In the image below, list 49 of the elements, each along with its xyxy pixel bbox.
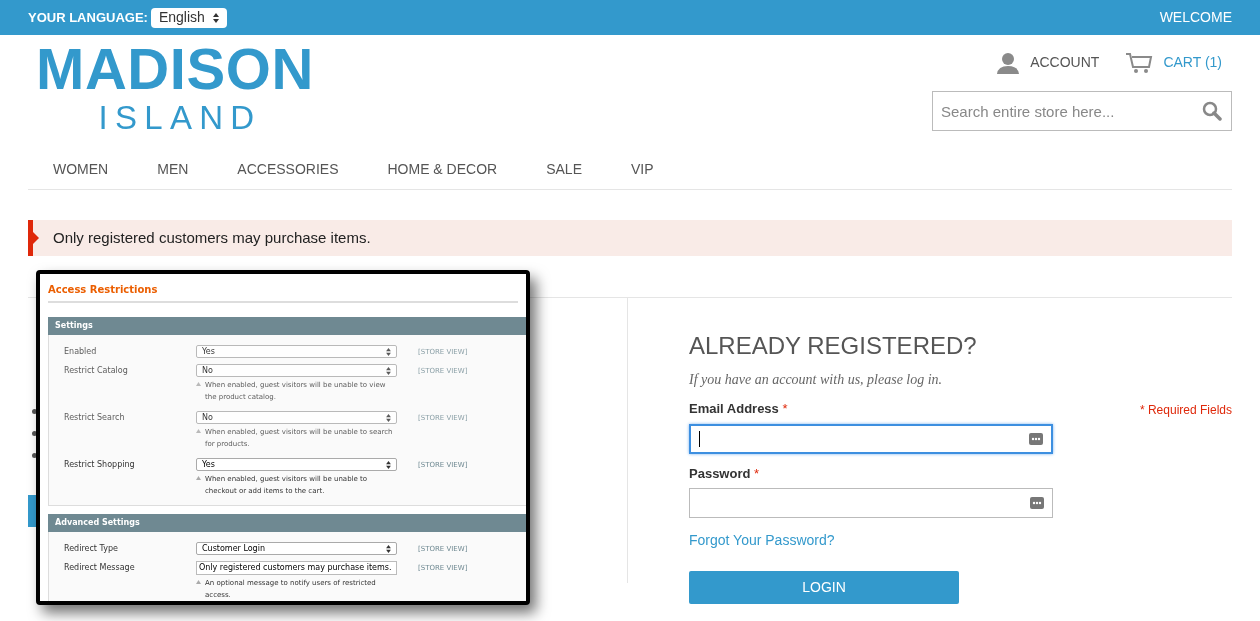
setting-label: Restrict Search: [63, 412, 126, 424]
account-link[interactable]: ACCOUNT: [996, 51, 1100, 74]
field-label: Email Address *: [689, 400, 788, 418]
select-arrows-icon: [212, 12, 219, 23]
section-header: Advanced Settings: [48, 514, 526, 532]
setting-label: Enabled: [63, 346, 98, 358]
hint-icon: [196, 429, 201, 433]
language-select[interactable]: English: [150, 7, 227, 28]
key-icon: [1030, 497, 1044, 509]
nav-link[interactable]: WOMEN: [53, 159, 109, 180]
search-icon[interactable]: [1202, 101, 1222, 121]
select-field[interactable]: Customer Login: [196, 542, 397, 555]
setting-label: Redirect Message: [63, 562, 136, 574]
language-label: YOUR LANGUAGE:: [28, 8, 148, 27]
notice-bar: Only registered customers may purchase items.: [28, 220, 1232, 256]
nav-link[interactable]: ACCESSORIES: [237, 159, 339, 180]
select-field[interactable]: Yes: [196, 345, 397, 358]
select-field[interactable]: No: [196, 411, 397, 424]
setting-label: Redirect Type: [63, 543, 119, 555]
select-arrows-icon: [386, 413, 391, 422]
field-label: Password *: [689, 464, 760, 483]
select-arrows-icon: [386, 544, 391, 553]
nav-link[interactable]: HOME & DECOR: [387, 159, 498, 180]
text-field[interactable]: Only registered customers may purchase items.: [196, 561, 397, 575]
cart-icon: [1125, 51, 1154, 74]
select-arrows-icon: [386, 460, 391, 469]
login-intro: If you have an account with us, please log in.: [689, 371, 943, 389]
nav-link[interactable]: MEN: [157, 159, 189, 180]
key-icon: [1029, 432, 1043, 445]
welcome-text: WELCOME: [1159, 8, 1232, 27]
user-icon: [996, 51, 1021, 74]
panel-title: Access Restrictions: [48, 282, 518, 303]
required-note: * Required Fields: [1139, 401, 1232, 419]
input-field[interactable]: [689, 423, 1053, 454]
login-heading: ALREADY REGISTERED?: [689, 331, 978, 361]
hint-icon: [196, 476, 201, 480]
nav-link[interactable]: VIP: [631, 159, 654, 180]
search-field[interactable]: Search entire store here...: [932, 91, 1232, 131]
input-field[interactable]: [689, 488, 1053, 518]
nav-link[interactable]: SALE: [546, 159, 582, 180]
select-arrows-icon: [386, 366, 391, 375]
select-field[interactable]: No: [196, 364, 397, 377]
section-header: Settings: [48, 317, 526, 335]
hint-icon: [196, 382, 201, 386]
hint-icon: [196, 580, 201, 584]
setting-label: Restrict Shopping: [63, 459, 136, 471]
select-field[interactable]: Yes: [196, 458, 397, 471]
setting-label: Restrict Catalog: [63, 365, 129, 377]
select-arrows-icon: [386, 347, 391, 356]
